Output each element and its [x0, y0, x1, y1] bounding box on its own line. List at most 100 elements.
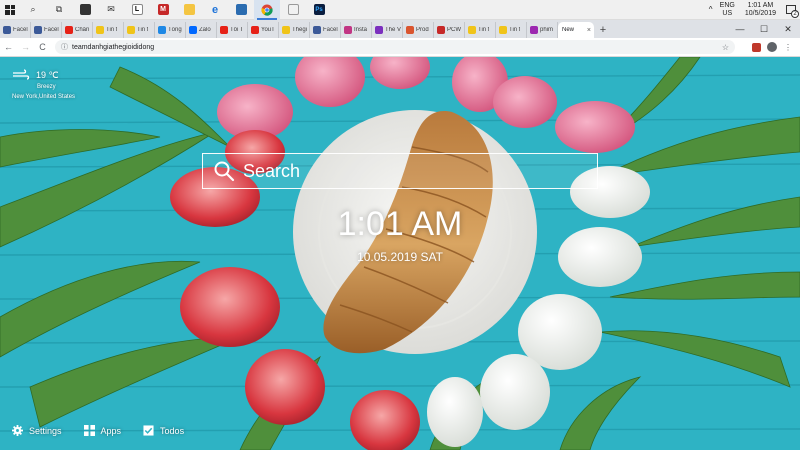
l-app-icon[interactable]: L: [124, 0, 150, 20]
browser-tab[interactable]: Facel: [310, 22, 341, 38]
lang-region: US: [722, 9, 733, 17]
browser-tab[interactable]: Tôi T: [217, 22, 248, 38]
settings-link[interactable]: Settings: [12, 425, 62, 436]
search-icon[interactable]: ⌕: [20, 0, 46, 20]
windows-start-button[interactable]: [0, 0, 20, 20]
l-app-glyph: L: [131, 4, 143, 15]
maximize-button[interactable]: ☐: [752, 20, 776, 38]
tab-title: Tin t: [137, 27, 149, 33]
folder-icon[interactable]: [280, 0, 306, 20]
extension-icon[interactable]: [748, 39, 764, 55]
reload-button[interactable]: C: [34, 39, 51, 56]
tab-title: Facel: [44, 27, 59, 33]
search-icon: [214, 161, 235, 182]
tab-favicon-icon: [34, 26, 42, 34]
tab-favicon-icon: [437, 26, 445, 34]
search-input[interactable]: [243, 160, 563, 182]
apps-link[interactable]: Apps: [83, 425, 122, 436]
notification-badge: 2: [791, 9, 799, 18]
tab-title: New: [562, 27, 575, 33]
browser-tab[interactable]: PCW: [434, 22, 465, 38]
forward-button[interactable]: →: [17, 39, 34, 56]
file-explorer-icon[interactable]: [176, 0, 202, 20]
tab-title: YouT: [261, 27, 275, 33]
search-box[interactable]: [202, 153, 598, 189]
explorer-glyph: [183, 4, 195, 15]
back-button[interactable]: ←: [0, 39, 17, 56]
clock-time: 1:01 AM: [337, 205, 463, 243]
weather-widget[interactable]: 19 ℃ Breezy New York,United States: [12, 69, 75, 100]
browser-tab[interactable]: Tin t: [124, 22, 155, 38]
new-tab-button[interactable]: +: [596, 22, 610, 38]
task-view-icon[interactable]: ⧉: [46, 0, 72, 20]
browser-tab[interactable]: Prod: [403, 22, 434, 38]
browser-tab[interactable]: The V: [372, 22, 403, 38]
tray-chevron-icon[interactable]: ^: [706, 5, 716, 14]
tab-title: Zalo: [199, 27, 211, 33]
tab-favicon-icon: [158, 26, 166, 34]
browser-tab-strip: Facel Facel Chân Tin t Tin t Tống Zalo Tôi T You…: [0, 20, 800, 38]
browser-tab[interactable]: Facel: [0, 22, 31, 38]
tab-title: The V: [385, 27, 402, 33]
info-icon[interactable]: ⓘ: [61, 42, 68, 52]
bookmark-star-icon[interactable]: ☆: [722, 43, 729, 52]
tab-title: Tôi T: [230, 27, 244, 33]
tab-favicon-icon: [375, 26, 383, 34]
tab-favicon-icon: [406, 26, 414, 34]
browser-tab[interactable]: Chân: [62, 22, 93, 38]
mail-icon[interactable]: ✉: [98, 0, 124, 20]
mcafee-icon[interactable]: M: [150, 0, 176, 20]
weather-location: New York,United States: [12, 94, 76, 100]
todos-label: Todos: [160, 425, 185, 436]
menu-icon[interactable]: ⋮: [780, 39, 796, 55]
tab-title: Tin t: [106, 27, 118, 33]
taskbar-clock[interactable]: 1:01 AM 10/5/2019: [739, 2, 782, 18]
minimize-button[interactable]: —: [728, 20, 752, 38]
tab-title: Facel: [323, 27, 338, 33]
store-icon[interactable]: [72, 0, 98, 20]
photos-glyph: [235, 4, 247, 15]
browser-tab[interactable]: Facel: [31, 22, 62, 38]
photos-icon[interactable]: [228, 0, 254, 20]
browser-tab[interactable]: Tin t: [496, 22, 527, 38]
tab-title: Chân: [75, 27, 90, 33]
browser-toolbar: ← → C ⓘ teamdanhgiathegioididong ☆ ⋮: [0, 38, 800, 57]
browser-tab[interactable]: Thegi: [279, 22, 310, 38]
edge-icon[interactable]: e: [202, 0, 228, 20]
system-tray: ^ ENG US 1:01 AM 10/5/2019 2: [706, 0, 800, 20]
store-glyph: [79, 4, 91, 15]
browser-tab[interactable]: Tống: [155, 22, 186, 38]
chrome-icon[interactable]: [254, 0, 280, 20]
tab-favicon-icon: [344, 26, 352, 34]
browser-tab[interactable]: Tin t: [465, 22, 496, 38]
tab-title: Tống: [168, 27, 182, 33]
windows-taskbar: ⌕ ⧉ ✉ L M e Ps ^ ENG US 1:01 AM 10/5/201…: [0, 0, 800, 20]
lang-code: ENG: [719, 1, 735, 9]
address-bar[interactable]: ⓘ teamdanhgiathegioididong ☆: [55, 40, 735, 54]
tab-favicon-icon: [96, 26, 104, 34]
address-bar-url[interactable]: teamdanhgiathegioididong: [72, 44, 154, 51]
folder-glyph: [287, 4, 299, 15]
settings-label: Settings: [29, 425, 62, 436]
language-indicator[interactable]: ENG US: [716, 2, 739, 18]
tab-favicon-icon: [65, 26, 73, 34]
photoshop-icon[interactable]: Ps: [306, 0, 332, 20]
tab-favicon-icon: [189, 26, 197, 34]
toolbar-right: ⋮: [748, 39, 796, 55]
browser-tab[interactable]: YouT: [248, 22, 279, 38]
weather-condition: Breezy: [37, 84, 56, 90]
weather-temperature: 19 ℃: [36, 69, 59, 80]
tab-title: Thegi: [292, 27, 308, 33]
close-icon[interactable]: ×: [587, 27, 591, 34]
tab-new-tab[interactable]: New ×: [558, 22, 594, 38]
close-window-button[interactable]: ✕: [776, 20, 800, 38]
action-center-icon[interactable]: 2: [782, 0, 800, 20]
todos-link[interactable]: Todos: [143, 425, 184, 436]
apps-label: Apps: [100, 425, 122, 436]
browser-tab[interactable]: Tin t: [93, 22, 124, 38]
browser-tab[interactable]: phim: [527, 22, 558, 38]
profile-avatar-icon[interactable]: [767, 42, 777, 52]
browser-tab[interactable]: Zalo: [186, 22, 217, 38]
taskbar-time: 1:01 AM: [747, 1, 774, 9]
browser-tab[interactable]: Insta: [341, 22, 372, 38]
